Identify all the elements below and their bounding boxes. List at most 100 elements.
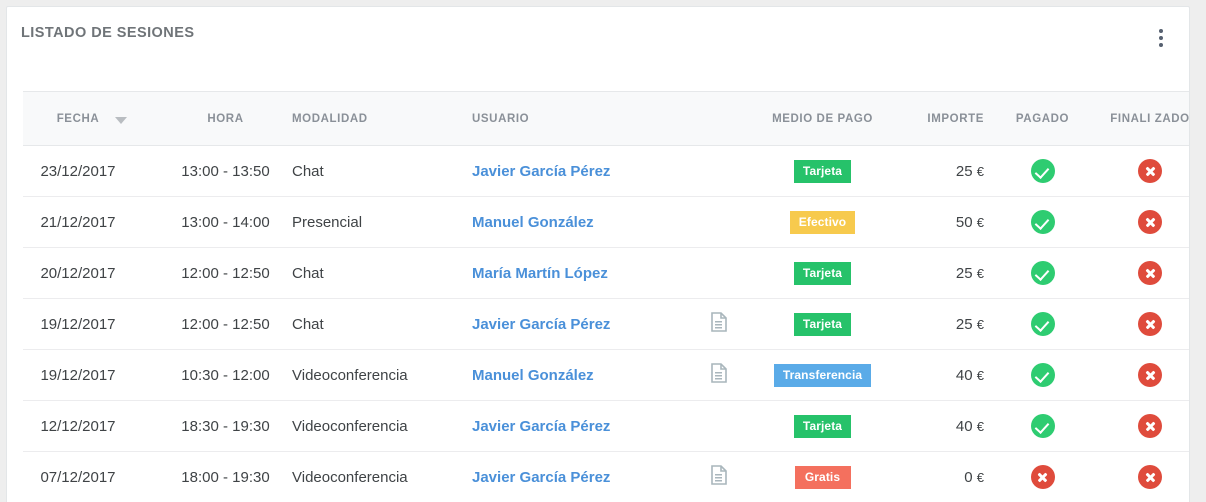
cell-pagado [990, 400, 1095, 452]
table-row[interactable]: 21/12/2017 13:00 - 14:00 Presencial Manuel … [23, 196, 1189, 248]
amount-value: 0 € [964, 468, 984, 486]
cell-fecha: 07/12/2017 [23, 451, 163, 502]
cell-medio-de-pago: Efectivo [750, 196, 895, 248]
table-row[interactable]: 23/12/2017 13:00 - 13:50 Chat Javier García… [23, 145, 1189, 197]
cell-pagado [990, 247, 1095, 299]
cell-importe: 50 € [895, 196, 990, 248]
cell-medio-de-pago: Tarjeta [750, 298, 895, 350]
cell-importe: 25 € [895, 145, 990, 197]
finished-no-icon[interactable] [1138, 363, 1162, 387]
sessions-table: FECHA HORA MODALIDAD USUARIO MEDIO DE PA… [23, 91, 1189, 502]
payment-method-badge: Tarjeta [793, 261, 852, 285]
cell-documento [688, 451, 750, 502]
paid-yes-icon[interactable] [1030, 363, 1055, 387]
cell-modalidad: Chat [288, 247, 468, 299]
column-header-fecha[interactable]: FECHA [23, 91, 163, 146]
finished-no-icon[interactable] [1138, 261, 1162, 285]
cell-fecha: 19/12/2017 [23, 298, 163, 350]
finished-no-icon[interactable] [1138, 414, 1162, 438]
paid-yes-icon[interactable] [1030, 159, 1055, 183]
column-header-pagado[interactable]: PAGADO [990, 91, 1095, 146]
paid-yes-icon[interactable] [1030, 414, 1055, 438]
payment-method-badge: Transferencia [773, 363, 872, 387]
table-row[interactable]: 19/12/2017 12:00 - 12:50 Chat Javier García… [23, 298, 1189, 350]
cell-usuario: Javier García Pérez [468, 298, 688, 350]
column-header-finalizado[interactable]: FINALI ZADO [1095, 91, 1189, 146]
sort-desc-icon[interactable] [115, 116, 127, 124]
amount-value: 40 € [955, 417, 984, 435]
user-link[interactable]: Javier García Pérez [472, 316, 610, 333]
kebab-dot [1159, 36, 1163, 40]
cell-hora: 13:00 - 13:50 [163, 145, 288, 197]
document-icon[interactable] [710, 363, 728, 387]
app-root: LISTADO DE SESIONES FECHA HORA MODALIDAD [0, 0, 1206, 502]
user-link[interactable]: Manuel González [472, 214, 594, 231]
cell-modalidad: Videoconferencia [288, 400, 468, 452]
cell-modalidad: Videoconferencia [288, 349, 468, 401]
cell-documento [688, 247, 750, 299]
cell-medio-de-pago: Tarjeta [750, 400, 895, 452]
column-header-importe[interactable]: IMPORTE [895, 91, 990, 146]
cell-pagado [990, 349, 1095, 401]
cell-importe: 25 € [895, 247, 990, 299]
cell-fecha: 21/12/2017 [23, 196, 163, 248]
cell-usuario: Manuel González [468, 196, 688, 248]
kebab-dot [1159, 29, 1163, 33]
paid-yes-icon[interactable] [1030, 210, 1055, 234]
paid-no-icon[interactable] [1030, 465, 1055, 489]
sessions-card: LISTADO DE SESIONES FECHA HORA MODALIDAD [6, 6, 1190, 502]
cell-finalizado [1095, 145, 1189, 197]
user-link[interactable]: Javier García Pérez [472, 163, 610, 180]
finished-no-icon[interactable] [1138, 465, 1162, 489]
finished-no-icon[interactable] [1138, 210, 1162, 234]
cell-documento [688, 196, 750, 248]
cell-finalizado [1095, 349, 1189, 401]
cell-documento [688, 145, 750, 197]
cell-fecha: 23/12/2017 [23, 145, 163, 197]
table-header: FECHA HORA MODALIDAD USUARIO MEDIO DE PA… [23, 91, 1189, 146]
cell-modalidad: Presencial [288, 196, 468, 248]
column-header-modalidad[interactable]: MODALIDAD [288, 91, 468, 146]
cell-documento [688, 298, 750, 350]
document-icon[interactable] [710, 312, 728, 336]
amount-value: 50 € [955, 213, 984, 231]
cell-usuario: María Martín López [468, 247, 688, 299]
column-header-hora[interactable]: HORA [163, 91, 288, 146]
table-row[interactable]: 12/12/2017 18:30 - 19:30 Videoconferencia J… [23, 400, 1189, 452]
cell-documento [688, 349, 750, 401]
cell-fecha: 12/12/2017 [23, 400, 163, 452]
kebab-menu-icon[interactable] [1151, 25, 1171, 51]
cell-pagado [990, 298, 1095, 350]
document-icon[interactable] [710, 465, 728, 489]
cell-finalizado [1095, 298, 1189, 350]
amount-value: 25 € [955, 264, 984, 282]
cell-modalidad: Videoconferencia [288, 451, 468, 502]
cell-medio-de-pago: Tarjeta [750, 145, 895, 197]
user-link[interactable]: Manuel González [472, 367, 594, 384]
table-row[interactable]: 19/12/2017 10:30 - 12:00 Videoconferencia M… [23, 349, 1189, 401]
cell-usuario: Javier García Pérez [468, 400, 688, 452]
column-label-fecha: FECHA [56, 112, 100, 125]
table-row[interactable]: 07/12/2017 18:00 - 19:30 Videoconferencia J… [23, 451, 1189, 502]
user-link[interactable]: Javier García Pérez [472, 418, 610, 435]
payment-method-badge: Efectivo [789, 210, 856, 234]
cell-importe: 0 € [895, 451, 990, 502]
user-link[interactable]: María Martín López [472, 265, 608, 282]
column-header-usuario[interactable]: USUARIO [468, 91, 688, 146]
paid-yes-icon[interactable] [1030, 261, 1055, 285]
cell-hora: 12:00 - 12:50 [163, 247, 288, 299]
cell-hora: 18:30 - 19:30 [163, 400, 288, 452]
column-header-medio-de-pago[interactable]: MEDIO DE PAGO [750, 91, 895, 146]
finished-no-icon[interactable] [1138, 312, 1162, 336]
cell-pagado [990, 145, 1095, 197]
cell-hora: 18:00 - 19:30 [163, 451, 288, 502]
card-header: LISTADO DE SESIONES [7, 7, 1189, 69]
paid-yes-icon[interactable] [1030, 312, 1055, 336]
user-link[interactable]: Javier García Pérez [472, 469, 610, 486]
cell-pagado [990, 451, 1095, 502]
payment-method-badge: Tarjeta [793, 159, 852, 183]
payment-method-badge: Gratis [794, 465, 851, 489]
cell-pagado [990, 196, 1095, 248]
table-row[interactable]: 20/12/2017 12:00 - 12:50 Chat María Martín … [23, 247, 1189, 299]
finished-no-icon[interactable] [1138, 159, 1162, 183]
